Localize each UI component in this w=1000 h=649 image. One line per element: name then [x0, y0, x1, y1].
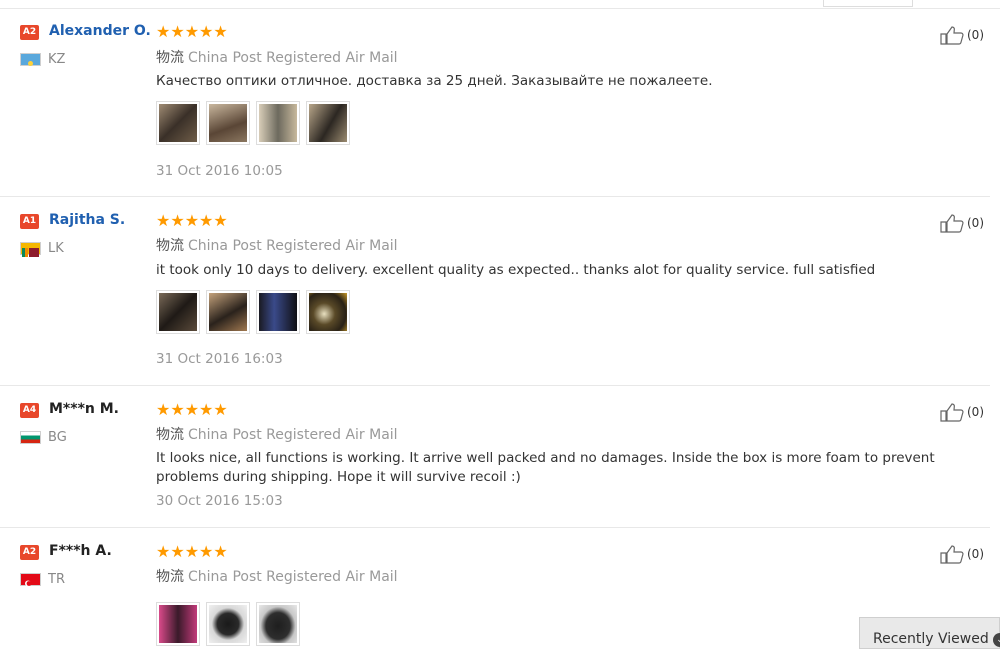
- review-item: A1 Rajitha S. LK ★★★★★ 物流 China Post Regi…: [0, 197, 1000, 386]
- review-item: A4 M***n M. BG ★★★★★ 物流 China Post Regist…: [0, 386, 1000, 528]
- helpful-count: (0): [967, 547, 984, 561]
- review-photo-thumbnail[interactable]: [206, 101, 250, 145]
- review-photos: [156, 101, 350, 145]
- shipping-label: 物流: [156, 50, 184, 66]
- review-photo-thumbnail[interactable]: [156, 602, 200, 646]
- shipping-method-text: China Post Registered Air Mail: [188, 427, 398, 443]
- review-text: It looks nice, all functions is working.…: [156, 450, 935, 485]
- buyer-name-link[interactable]: Alexander O.: [49, 23, 151, 39]
- country-code: KZ: [48, 52, 66, 67]
- review-photos: [156, 602, 300, 646]
- country-code: TR: [48, 572, 65, 587]
- buyer-name: F***h A.: [49, 543, 112, 559]
- buyer-name: M***n M.: [49, 401, 119, 417]
- thumbs-up-icon: [940, 26, 964, 45]
- review-photo-thumbnail[interactable]: [156, 101, 200, 145]
- star-rating: ★★★★★: [156, 211, 228, 230]
- chevron-icon: ⌄: [993, 633, 1000, 647]
- review-photo-thumbnail[interactable]: [206, 602, 250, 646]
- shipping-label: 物流: [156, 569, 184, 585]
- helpful-button[interactable]: (0): [939, 25, 984, 45]
- helpful-count: (0): [967, 28, 984, 42]
- thumbs-up-icon: [940, 214, 964, 233]
- buyer-level-badge: A2: [20, 25, 39, 40]
- shipping-method: 物流 China Post Registered Air Mail: [156, 47, 398, 67]
- review-photo-thumbnail[interactable]: [256, 290, 300, 334]
- review-item: A2 F***h A. TR ★★★★★ 物流 China Post Regist…: [0, 528, 1000, 649]
- review-photo-thumbnail[interactable]: [256, 101, 300, 145]
- review-photos: [156, 290, 350, 334]
- review-date: 31 Oct 2016 10:05: [156, 163, 283, 179]
- helpful-button[interactable]: (0): [939, 544, 984, 564]
- country-code: LK: [48, 241, 64, 256]
- review-photo-thumbnail[interactable]: [156, 290, 200, 334]
- country-flag-icon: [20, 573, 41, 587]
- review-photo-thumbnail[interactable]: [206, 290, 250, 334]
- review-photo-thumbnail[interactable]: [306, 290, 350, 334]
- shipping-method: 物流 China Post Registered Air Mail: [156, 566, 398, 586]
- shipping-label: 物流: [156, 427, 184, 443]
- thumbs-up-icon: [940, 545, 964, 564]
- shipping-method: 物流 China Post Registered Air Mail: [156, 235, 398, 255]
- buyer-level-badge: A4: [20, 403, 39, 418]
- star-rating: ★★★★★: [156, 400, 228, 419]
- review-date: 31 Oct 2016 16:03: [156, 351, 283, 367]
- shipping-label: 物流: [156, 238, 184, 254]
- thumbs-up-icon: [940, 403, 964, 422]
- helpful-count: (0): [967, 405, 984, 419]
- star-rating: ★★★★★: [156, 542, 228, 561]
- buyer-level-badge: A1: [20, 214, 39, 229]
- review-date: 30 Oct 2016 15:03: [156, 493, 283, 509]
- country-flag-icon: [20, 431, 41, 444]
- country-flag-icon: [20, 242, 41, 257]
- review-photo-thumbnail[interactable]: [256, 602, 300, 646]
- helpful-button[interactable]: (0): [939, 213, 984, 233]
- recently-viewed-tab[interactable]: Recently Viewed ⌄: [859, 617, 1000, 649]
- shipping-method: 物流 China Post Registered Air Mail: [156, 424, 398, 444]
- review-photo-thumbnail[interactable]: [306, 101, 350, 145]
- buyer-level-badge: A2: [20, 545, 39, 560]
- star-rating: ★★★★★: [156, 22, 228, 41]
- review-item: A2 Alexander O. KZ ★★★★★ 物流 China Post Re…: [0, 0, 1000, 197]
- review-text: Качество оптики отличное. доставка за 25…: [156, 73, 713, 89]
- helpful-count: (0): [967, 216, 984, 230]
- country-flag-icon: [20, 53, 41, 66]
- shipping-method-text: China Post Registered Air Mail: [188, 50, 398, 66]
- buyer-name-link[interactable]: Rajitha S.: [49, 212, 125, 228]
- recently-viewed-label: Recently Viewed: [873, 631, 989, 647]
- shipping-method-text: China Post Registered Air Mail: [188, 569, 398, 585]
- review-text: it took only 10 days to delivery. excell…: [156, 262, 876, 278]
- country-code: BG: [48, 430, 67, 445]
- helpful-button[interactable]: (0): [939, 402, 984, 422]
- shipping-method-text: China Post Registered Air Mail: [188, 238, 398, 254]
